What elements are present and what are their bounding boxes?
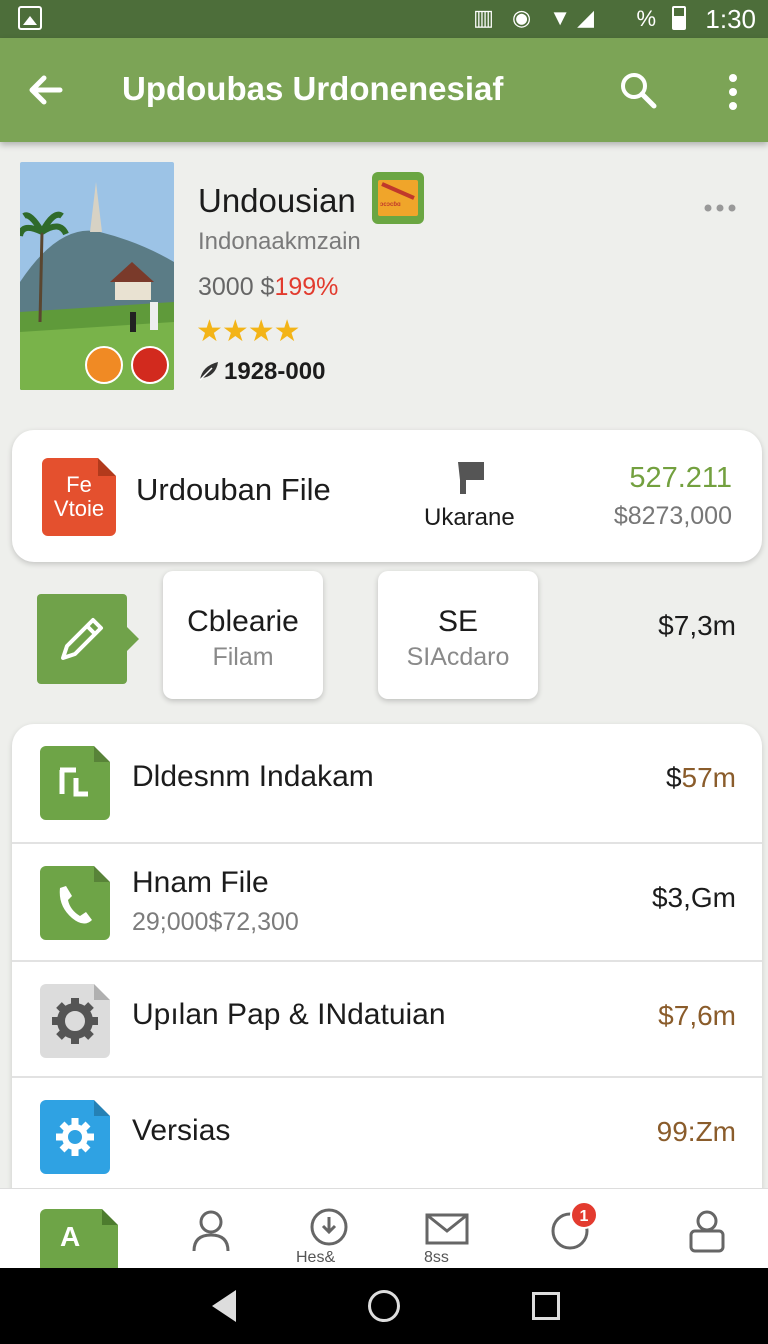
- nav-profile-icon[interactable]: [188, 1207, 234, 1253]
- chip-1-title: Cblearie: [187, 605, 299, 638]
- more-vert-icon[interactable]: [718, 72, 748, 112]
- nav-label-3: Hes&: [296, 1249, 336, 1266]
- action-chip-2[interactable]: SE SIAcdaro: [378, 571, 538, 699]
- nav-account-lock-icon[interactable]: [684, 1207, 730, 1253]
- list-item-amount: $57m: [666, 762, 736, 794]
- app-badge: ɔcɔcɓɑ: [372, 172, 424, 224]
- system-recents-icon[interactable]: [532, 1292, 560, 1320]
- price-prefix: 3000 $: [198, 273, 275, 301]
- list-item[interactable]: Hnam File 29;000$72,300 $3,Gm: [12, 844, 762, 962]
- app-subtitle: Indonaakmzain: [198, 228, 361, 255]
- list-item[interactable]: Versias 99:Zm: [12, 1078, 762, 1194]
- nav-mail-icon[interactable]: [424, 1207, 470, 1253]
- app-bar: Updoubas Urdonenesiaf: [0, 38, 768, 142]
- file-list: Dldesnm Indakam $57m Hnam File 29;000$72…: [12, 724, 762, 1194]
- downloads-value: 1928-000: [224, 358, 326, 385]
- back-arrow-icon[interactable]: [24, 68, 68, 112]
- list-item-label: Versias: [132, 1114, 231, 1147]
- system-home-icon[interactable]: [368, 1290, 400, 1322]
- system-back-icon[interactable]: [212, 1290, 236, 1322]
- file-title: Urdouban File: [136, 472, 331, 507]
- badge-text: ɔcɔcɓɑ: [380, 202, 401, 208]
- battery-percent: %: [636, 6, 656, 31]
- status-icons: ▥ ◉ ▼◢: [473, 5, 600, 30]
- notification-badge: 1: [570, 1201, 598, 1229]
- hero-image: [20, 162, 174, 390]
- status-bar: ▥ ◉ ▼◢ % 1:30: [0, 0, 768, 38]
- phone-icon: [40, 866, 110, 940]
- file-value-green: 527.211: [629, 462, 732, 494]
- file-card[interactable]: Fe Vtoie Urdouban File Ukarane 527.211 $…: [12, 430, 762, 562]
- nav-documents-icon[interactable]: A: [40, 1209, 118, 1268]
- battery-icon: [672, 6, 686, 30]
- document-icon: [40, 746, 110, 820]
- page-title: Updoubas Urdonenesiaf: [122, 70, 504, 107]
- flag-icon[interactable]: [448, 460, 488, 496]
- pencil-icon: [61, 618, 103, 660]
- system-navigation-bar: [0, 1268, 768, 1344]
- list-item-label: Dldesnm Indakam: [132, 760, 374, 793]
- doc-icon-text-2: Vtoie: [53, 496, 105, 521]
- downloads-count: 1928-000: [198, 358, 325, 386]
- settings-icon: [40, 984, 110, 1058]
- document-red-icon: Fe Vtoie: [42, 458, 116, 536]
- list-item-amount: $3,Gm: [651, 882, 736, 913]
- app-name: Undousian: [198, 182, 356, 219]
- list-item-label: Upılan Pap & INdatuian: [132, 998, 446, 1031]
- action-chip-1[interactable]: Cblearie Filam: [163, 571, 323, 699]
- rating-stars: ★★★★: [196, 315, 301, 348]
- chip-2-subtitle: SIAcdaro: [406, 643, 510, 671]
- chip-1-subtitle: Filam: [212, 643, 274, 671]
- leaf-icon: [199, 362, 218, 381]
- clock: 1:30: [705, 4, 756, 34]
- edit-button[interactable]: [37, 594, 139, 684]
- list-item-label: Hnam File: [132, 866, 269, 899]
- amount-value: 57m: [681, 762, 736, 793]
- file-region-label: Ukarane: [424, 504, 515, 531]
- nav-doc-letter: A: [60, 1221, 81, 1252]
- list-item[interactable]: Upılan Pap & INdatuian $7,6m: [12, 962, 762, 1078]
- doc-icon-text-1: Fe: [66, 472, 92, 497]
- nav-download-icon[interactable]: [306, 1207, 352, 1253]
- action-value: $7,3m: [658, 610, 736, 641]
- chip-2-title: SE: [437, 605, 479, 638]
- list-item-amount: $7,6m: [658, 1000, 736, 1031]
- gear-icon: [40, 1100, 110, 1174]
- price-highlight: 199%: [274, 273, 339, 301]
- nav-label-4: 8ss: [424, 1249, 449, 1266]
- search-icon[interactable]: [618, 70, 658, 110]
- overflow-dots-icon[interactable]: [702, 198, 738, 218]
- list-item-subtitle: 29;000$72,300: [132, 908, 299, 936]
- price-line: 3000 $199%: [198, 273, 338, 302]
- amount-prefix: $: [665, 762, 682, 793]
- bottom-navigation: A Hes& 8ss 1: [0, 1188, 768, 1268]
- file-value-gray: $8273,000: [613, 502, 732, 530]
- list-item-amount: 99:Zm: [656, 1116, 736, 1147]
- gallery-notification-icon: [18, 6, 42, 30]
- list-item[interactable]: Dldesnm Indakam $57m: [12, 724, 762, 844]
